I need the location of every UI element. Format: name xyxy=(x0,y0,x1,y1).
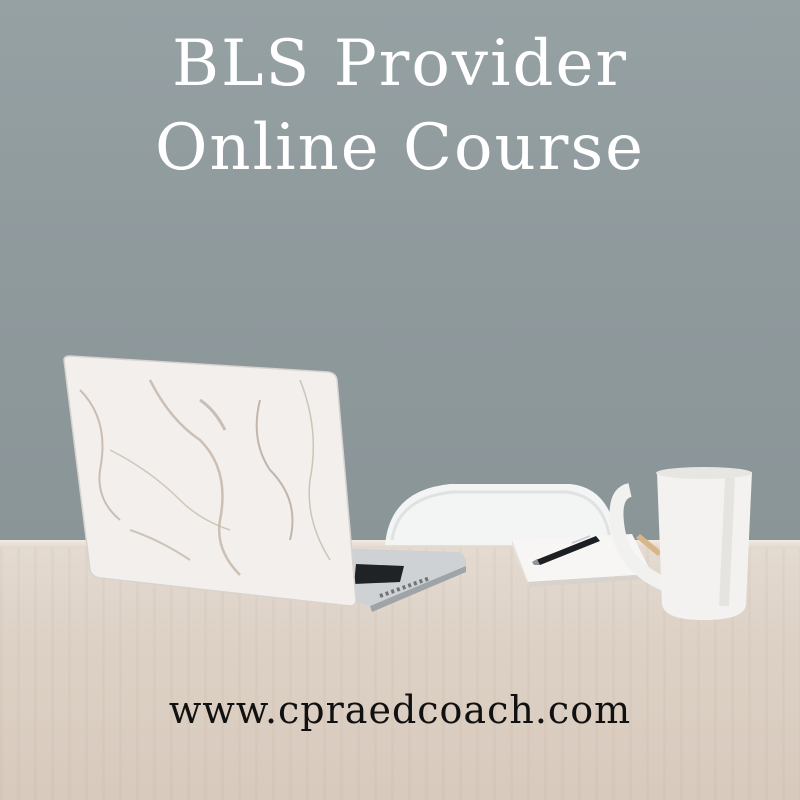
title-line-1: BLS Provider xyxy=(172,27,628,101)
page-title: BLS Provider Online Course xyxy=(0,22,800,190)
marble-laptop-icon xyxy=(63,355,357,607)
website-url: www.cpraedcoach.com xyxy=(168,688,632,732)
white-chair-icon xyxy=(385,484,618,545)
title-line-2: Online Course xyxy=(154,111,646,185)
coffee-mug-icon xyxy=(609,467,752,620)
course-banner: BLS Provider Online Course www.cpraedcoa… xyxy=(0,0,800,800)
